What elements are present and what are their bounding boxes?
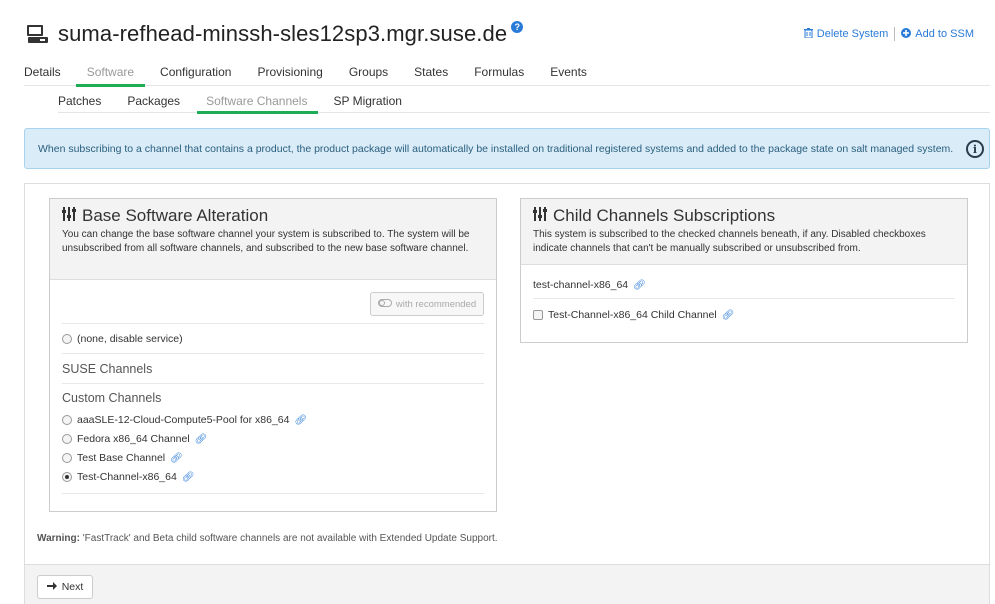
info-icon: i: [966, 140, 984, 158]
system-icon: [26, 23, 50, 45]
warning-prefix: Warning:: [37, 533, 80, 544]
info-alert: When subscribing to a channel that conta…: [24, 128, 990, 169]
link-icon[interactable]: 🔗︎: [294, 415, 307, 426]
divider: [62, 383, 484, 384]
with-recommended-toggle[interactable]: with recommended: [370, 292, 484, 316]
channel-label: Test Base Channel: [77, 452, 166, 464]
suse-channels-heading: SUSE Channels: [62, 362, 153, 376]
base-channel-option[interactable]: Fedora x86_64 Channel 🔗︎: [62, 433, 207, 445]
divider: [62, 323, 484, 324]
subtab-packages[interactable]: Packages: [127, 91, 180, 112]
divider: [533, 298, 955, 299]
divider: [62, 353, 484, 354]
channel-label: aaaSLE-12-Cloud-Compute5-Pool for x86_64: [77, 414, 290, 426]
checkbox[interactable]: [533, 310, 543, 320]
child-base-channel-label: test-channel-x86_64: [533, 279, 629, 291]
main-tabs: Details Software Configuration Provision…: [24, 62, 990, 87]
child-channels-panel: Child Channels Subscriptions This system…: [520, 198, 968, 343]
page-header: suma-refhead-minssh-sles12sp3.mgr.suse.d…: [26, 16, 524, 52]
subtab-sp-migration[interactable]: SP Migration: [333, 91, 401, 112]
sub-tabs: Patches Packages Software Channels SP Mi…: [58, 91, 990, 114]
sliders-icon: [533, 206, 547, 226]
child-panel-description: This system is subscribed to the checked…: [533, 229, 926, 254]
radio-button[interactable]: [62, 415, 72, 425]
plus-circle-icon: [901, 27, 912, 41]
base-channel-option[interactable]: Test-Channel-x86_64 🔗︎: [62, 471, 195, 483]
link-icon[interactable]: 🔗︎: [722, 310, 735, 321]
page: suma-refhead-minssh-sles12sp3.mgr.suse.d…: [0, 0, 995, 604]
child-channel-option[interactable]: Test-Channel-x86_64 Child Channel 🔗︎: [533, 309, 734, 321]
delete-system-label: Delete System: [816, 28, 889, 40]
next-label: Next: [61, 581, 84, 593]
header-actions: Delete System Add to SSM: [803, 27, 974, 41]
link-icon[interactable]: 🔗︎: [195, 434, 208, 445]
tab-formulas[interactable]: Formulas: [474, 62, 524, 85]
child-panel-title: Child Channels Subscriptions: [553, 206, 776, 225]
child-panel-header: Child Channels Subscriptions This system…: [521, 199, 967, 265]
base-panel-header: Base Software Alteration You can change …: [50, 199, 496, 280]
base-panel-description: You can change the base software channel…: [62, 229, 470, 254]
tab-provisioning[interactable]: Provisioning: [257, 62, 322, 85]
next-button[interactable]: Next: [37, 575, 93, 599]
with-recommended-label: with recommended: [395, 298, 477, 310]
base-channel-none[interactable]: (none, disable service): [62, 333, 183, 345]
radio-button[interactable]: [62, 334, 72, 344]
form-footer: Next: [25, 564, 989, 604]
alert-text: When subscribing to a channel that conta…: [38, 142, 954, 155]
base-channel-option[interactable]: aaaSLE-12-Cloud-Compute5-Pool for x86_64…: [62, 414, 307, 426]
radio-button-checked[interactable]: [62, 472, 72, 482]
divider: [62, 493, 484, 494]
sliders-icon: [62, 206, 76, 226]
delete-system-link[interactable]: Delete System: [803, 27, 889, 41]
toggle-icon: [377, 298, 392, 310]
radio-button[interactable]: [62, 453, 72, 463]
trash-icon: [803, 27, 813, 41]
warning-text: 'FastTrack' and Beta child software chan…: [79, 533, 498, 544]
add-to-ssm-link[interactable]: Add to SSM: [901, 27, 974, 41]
custom-channels-heading: Custom Channels: [62, 391, 162, 405]
eus-warning: Warning: 'FastTrack' and Beta child soft…: [37, 533, 498, 544]
tab-events[interactable]: Events: [550, 62, 587, 85]
question-icon[interactable]: ?: [511, 21, 524, 33]
channel-label: Fedora x86_64 Channel: [77, 433, 190, 445]
base-channel-none-label: (none, disable service): [77, 333, 183, 345]
base-software-panel: Base Software Alteration You can change …: [49, 198, 497, 512]
base-panel-title: Base Software Alteration: [82, 206, 269, 225]
subtab-patches[interactable]: Patches: [58, 91, 101, 112]
page-title: suma-refhead-minssh-sles12sp3.mgr.suse.d…: [58, 21, 508, 46]
add-to-ssm-label: Add to SSM: [915, 28, 974, 40]
child-channel-label: Test-Channel-x86_64 Child Channel: [548, 309, 717, 321]
tab-groups[interactable]: Groups: [349, 62, 388, 85]
link-icon[interactable]: 🔗︎: [182, 472, 195, 483]
arrow-right-icon: [46, 581, 57, 593]
link-icon[interactable]: 🔗︎: [170, 453, 183, 464]
subtab-software-channels[interactable]: Software Channels: [197, 91, 319, 114]
tab-states[interactable]: States: [414, 62, 448, 85]
tab-configuration[interactable]: Configuration: [160, 62, 231, 85]
link-icon[interactable]: 🔗︎: [633, 280, 646, 291]
tab-details[interactable]: Details: [24, 62, 61, 85]
tab-software[interactable]: Software: [75, 62, 146, 87]
channels-form: Base Software Alteration You can change …: [24, 183, 990, 604]
divider: [894, 27, 896, 41]
base-channel-option[interactable]: Test Base Channel 🔗︎: [62, 452, 183, 464]
child-base-channel: test-channel-x86_64 🔗︎: [533, 279, 646, 291]
radio-button[interactable]: [62, 434, 72, 444]
channel-label: Test-Channel-x86_64: [77, 471, 177, 483]
